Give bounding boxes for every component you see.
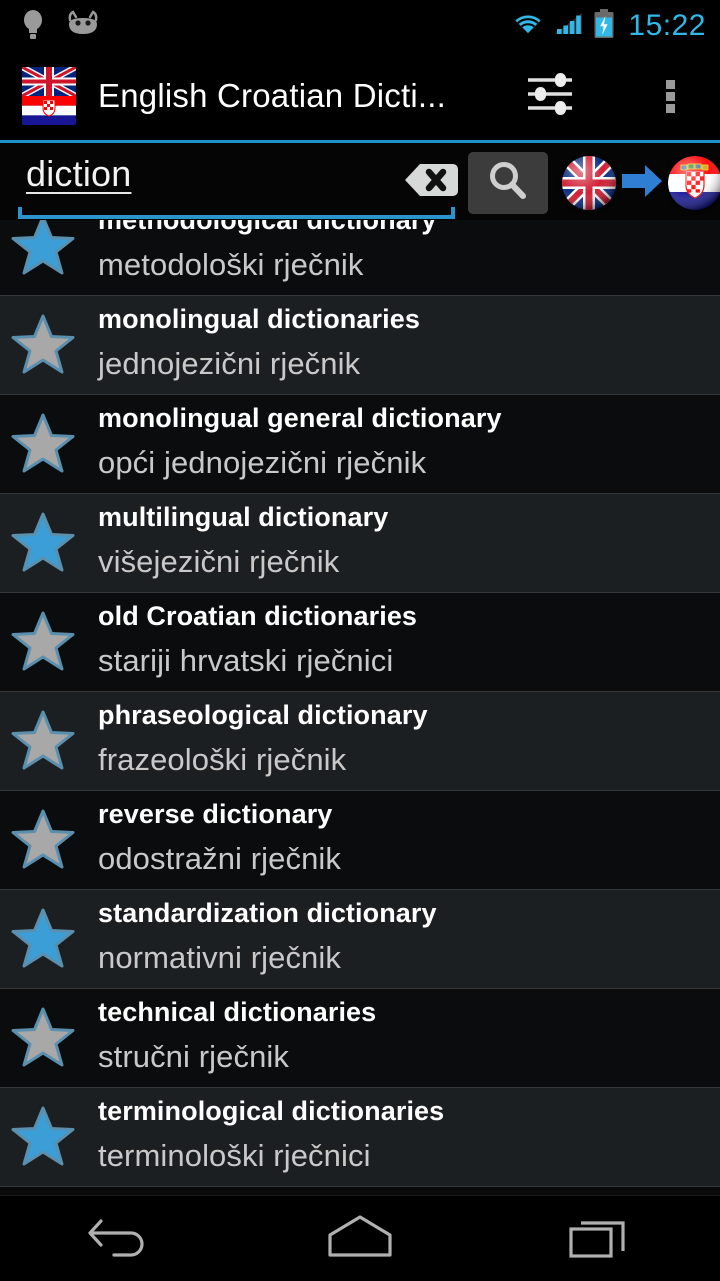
clear-search-button[interactable] [402,161,460,203]
entry-term-croatian: jednojezični rječnik [98,346,361,381]
favorite-star-icon[interactable] [10,411,76,477]
android-bugdroid-icon [66,9,100,43]
sliders-settings-icon [525,70,575,123]
entry-text-block: technical dictionaries stručni rječnik [98,989,710,1087]
entry-term-english: standardization dictionary [98,898,437,928]
home-button[interactable] [240,1196,480,1281]
page-title: English Croatian Dicti... [98,77,446,114]
table-row[interactable]: reverse dictionary odostražni rječnik [0,791,720,890]
entry-term-english: technical dictionaries [98,997,377,1027]
back-button[interactable] [0,1196,240,1281]
lightbulb-icon [22,8,44,45]
search-input-underline [18,207,455,219]
entry-text-block: reverse dictionary odostražni rječnik [98,791,710,889]
entry-term-english: methodological dictionary [98,220,437,235]
status-bar-right-icons: 15:22 [511,0,706,52]
entry-term-croatian: metodološki rječnik [98,247,364,282]
language-direction-selector[interactable] [562,143,720,223]
action-bar: English Croatian Dicti... [0,52,720,140]
entry-term-croatian: odostražni rječnik [98,841,342,876]
entry-term-english: monolingual general dictionary [98,403,502,433]
entry-term-english: terminological dictionaries [98,1096,445,1126]
table-row[interactable]: technical dictionaries stručni rječnik [0,989,720,1088]
wifi-icon [511,10,545,43]
android-navigation-bar [0,1195,720,1280]
home-icon [324,1211,396,1266]
entry-term-croatian: opći jednojezični rječnik [98,445,427,480]
status-bar: 15:22 [0,0,720,52]
cellular-signal-icon [554,10,584,43]
battery-charging-icon [593,8,615,44]
table-row[interactable]: multilingual dictionary višejezični rječn… [0,494,720,593]
overflow-menu-icon [665,77,675,116]
entry-text-block: terminological dictionaries terminološki … [98,1088,710,1186]
recent-apps-button[interactable] [480,1196,720,1281]
entry-term-croatian: stručni rječnik [98,1039,289,1074]
entry-term-croatian: terminološki rječnici [98,1138,371,1173]
overflow-menu-button[interactable] [642,58,698,134]
entry-term-croatian: višejezični rječnik [98,544,340,579]
croatia-flag-icon[interactable] [668,156,720,210]
table-row[interactable]: monolingual dictionaries jednojezični rje… [0,296,720,395]
entry-term-croatian: normativni rječnik [98,940,341,975]
favorite-star-icon-active[interactable] [10,1104,76,1170]
favorite-star-icon[interactable] [10,609,76,675]
entry-text-block: monolingual general dictionary opći jedno… [98,395,710,493]
table-row[interactable]: terminological dictionaries terminološki … [0,1088,720,1187]
status-bar-clock: 15:22 [628,9,706,42]
search-bar: diction [0,140,720,220]
entry-term-croatian: stariji hrvatski rječnici [98,643,394,678]
entry-term-english: multilingual dictionary [98,502,389,532]
favorite-star-icon[interactable] [10,807,76,873]
favorite-star-icon[interactable] [10,708,76,774]
dictionary-entry-list[interactable]: methodological dictionary metodološki rje… [0,220,720,1195]
entry-text-block: methodological dictionary metodološki rje… [98,220,710,295]
entry-term-english: reverse dictionary [98,799,333,829]
arrow-right-icon [618,154,666,213]
entry-term-english: phraseological dictionary [98,700,428,730]
entry-term-croatian: frazeološki rječnik [98,742,347,777]
entry-term-english: old Croatian dictionaries [98,601,418,631]
entry-text-block: standardization dictionary normativni rje… [98,890,710,988]
search-submit-button[interactable] [468,152,548,214]
table-row[interactable]: old Croatian dictionaries stariji hrvatsk… [0,593,720,692]
table-row[interactable]: standardization dictionary normativni rje… [0,890,720,989]
favorite-star-icon-active[interactable] [10,220,76,279]
table-row[interactable]: monolingual general dictionary opći jedno… [0,395,720,494]
entry-term-english: monolingual dictionaries [98,304,420,334]
entry-text-block: old Croatian dictionaries stariji hrvatsk… [98,593,710,691]
recent-apps-icon [567,1211,633,1266]
uk-croatia-flag-icon [22,67,76,125]
back-arrow-icon [87,1209,153,1268]
entry-text-block: monolingual dictionaries jednojezični rje… [98,296,710,394]
clear-backspace-icon [403,160,459,205]
uk-flag-icon[interactable] [562,156,616,210]
search-magnifier-icon [485,158,531,209]
favorite-star-icon-active[interactable] [10,510,76,576]
settings-button[interactable] [512,58,588,134]
entry-text-block: multilingual dictionary višejezični rječn… [98,494,710,592]
search-input[interactable]: diction [18,147,455,219]
favorite-star-icon[interactable] [10,312,76,378]
entry-text-block: phraseological dictionary frazeološki rje… [98,692,710,790]
favorite-star-icon[interactable] [10,1005,76,1071]
search-input-value: diction [26,153,132,194]
favorite-star-icon-active[interactable] [10,906,76,972]
status-bar-left-icons [0,8,100,45]
table-row[interactable]: phraseological dictionary frazeološki rje… [0,692,720,791]
table-row[interactable]: methodological dictionary metodološki rje… [0,220,720,296]
